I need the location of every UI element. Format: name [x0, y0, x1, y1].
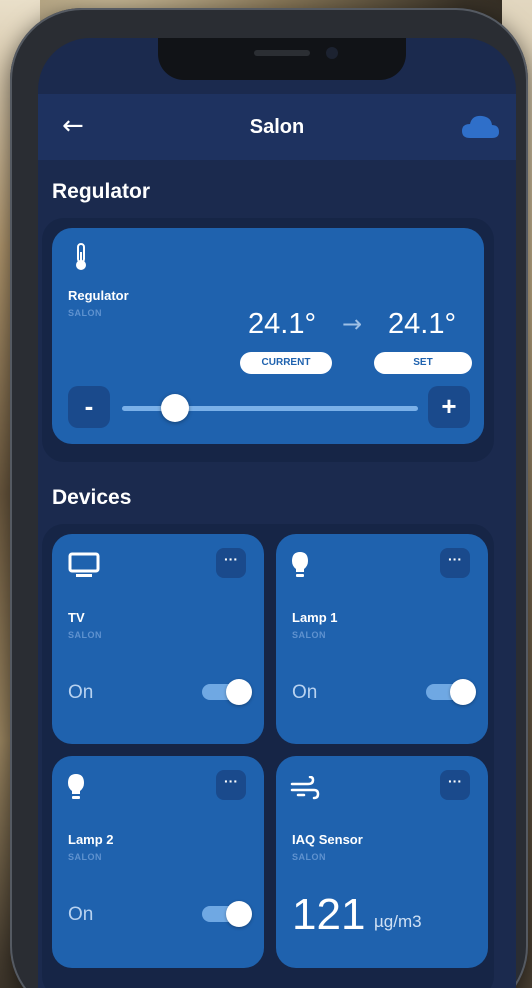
increase-button[interactable]: + [428, 386, 470, 428]
toggle-knob [226, 901, 252, 927]
wind-icon [290, 776, 320, 800]
page-title: Salon [249, 116, 305, 138]
regulator-panel: Regulator SALON 24.1° → 24.1° CURRENT SE… [42, 218, 494, 462]
cloud-icon[interactable] [460, 112, 500, 142]
device-card-lamp-1[interactable]: ··· Lamp 1 SALON On [276, 534, 488, 744]
device-name: Lamp 2 [68, 832, 114, 847]
device-room: SALON [292, 852, 326, 862]
power-toggle[interactable] [424, 679, 476, 705]
regulator-section-title: Regulator [52, 180, 151, 203]
devices-section-title: Devices [52, 486, 132, 509]
sensor-value: 121 [292, 890, 366, 939]
tv-icon [68, 552, 100, 577]
set-temperature: 24.1° [388, 308, 457, 340]
toggle-knob [450, 679, 476, 705]
speaker-grille [254, 50, 310, 56]
more-options-button[interactable]: ··· [440, 770, 470, 800]
phone-frame: ← Salon Regulator Regulator SALON 24.1° … [10, 8, 528, 988]
phone-notch [158, 38, 406, 80]
device-card-lamp-2[interactable]: ··· Lamp 2 SALON On [52, 756, 264, 968]
set-label: SET [374, 352, 472, 374]
decrease-button[interactable]: - [68, 386, 110, 428]
regulator-card: Regulator SALON 24.1° → 24.1° CURRENT SE… [52, 228, 484, 444]
device-room: SALON [68, 630, 102, 640]
device-state: On [68, 904, 94, 925]
device-room: SALON [292, 630, 326, 640]
current-label: CURRENT [240, 352, 332, 374]
device-state: On [292, 682, 318, 703]
more-options-button[interactable]: ··· [216, 548, 246, 578]
front-camera [326, 47, 338, 59]
regulator-room: SALON [68, 308, 102, 318]
power-toggle[interactable] [200, 679, 252, 705]
power-toggle[interactable] [200, 901, 252, 927]
device-name: Lamp 1 [292, 610, 338, 625]
devices-panel: ··· TV SALON On ··· Lamp 1 SALON On ··· … [42, 524, 494, 988]
lightbulb-icon [292, 552, 308, 577]
device-state: On [68, 682, 94, 703]
device-room: SALON [68, 852, 102, 862]
regulator-name: Regulator [68, 288, 129, 303]
lightbulb-icon [68, 774, 84, 799]
temperature-slider-handle[interactable] [161, 394, 190, 422]
device-card-tv[interactable]: ··· TV SALON On [52, 534, 264, 744]
sensor-unit: µg/m3 [374, 912, 422, 931]
more-options-button[interactable]: ··· [216, 770, 246, 800]
app-screen: ← Salon Regulator Regulator SALON 24.1° … [38, 38, 516, 988]
toggle-knob [226, 679, 252, 705]
thermometer-icon [76, 243, 86, 270]
arrow-right-icon: → [342, 310, 363, 338]
device-name: IAQ Sensor [292, 832, 363, 847]
device-card-iaq-sensor[interactable]: ··· IAQ Sensor SALON 121 µg/m3 [276, 756, 488, 968]
current-temperature: 24.1° [248, 308, 317, 340]
app-header: ← Salon [38, 94, 516, 160]
device-name: TV [68, 610, 85, 625]
more-options-button[interactable]: ··· [440, 548, 470, 578]
